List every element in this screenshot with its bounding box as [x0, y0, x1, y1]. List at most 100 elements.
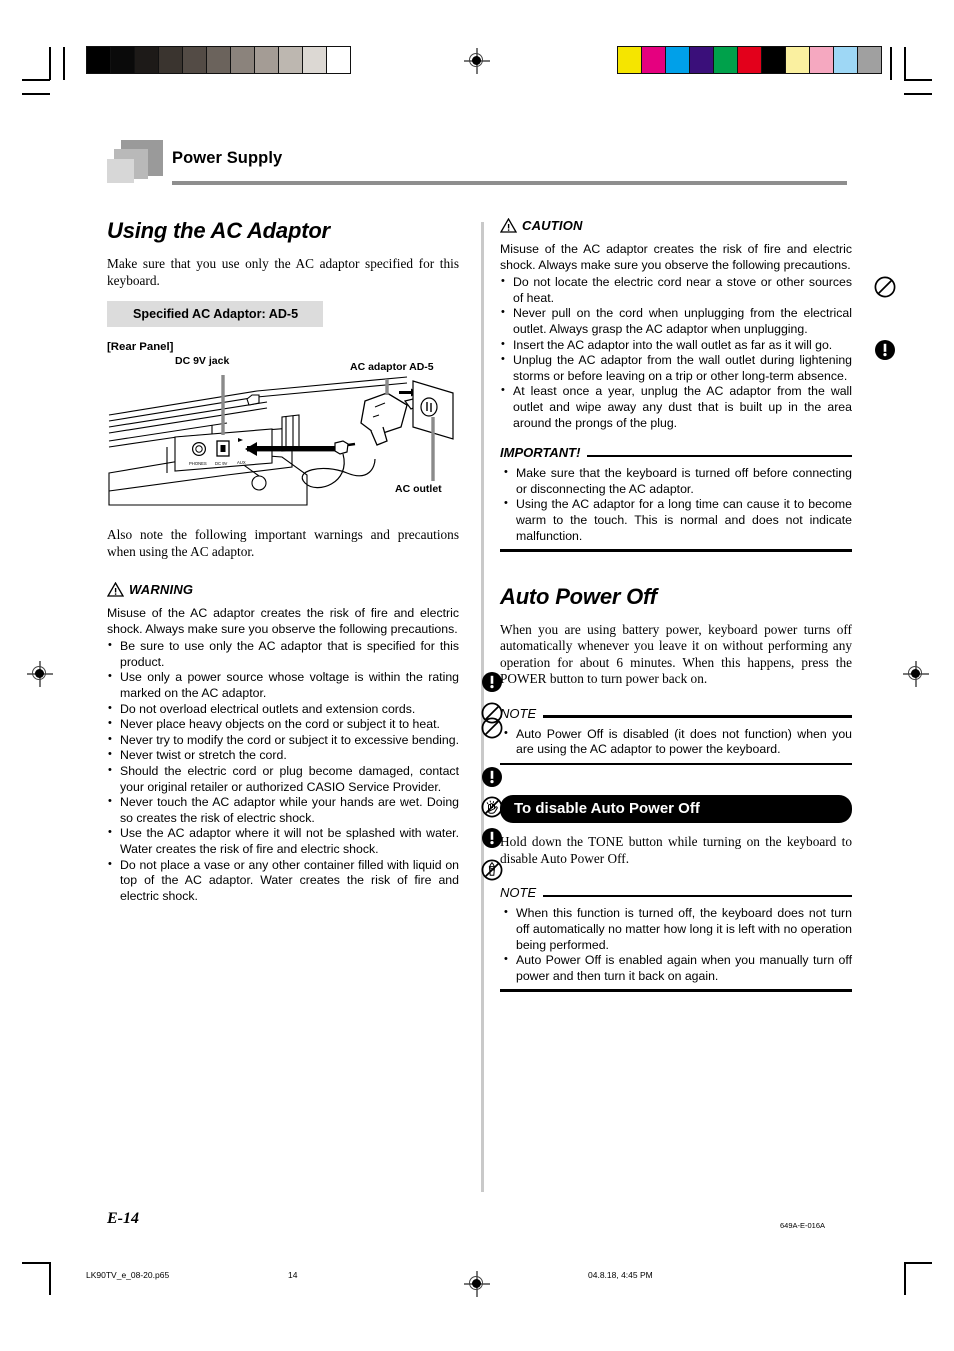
- intro-paragraph: Make sure that you use only the AC adapt…: [107, 256, 459, 288]
- color-control-bar: [617, 46, 882, 74]
- registration-mark-bottom: [464, 1271, 490, 1297]
- registration-mark-right: [903, 661, 929, 687]
- list-item-text: Do not locate the electric cord near a s…: [513, 275, 852, 305]
- section-heading-using-ac-adaptor: Using the AC Adaptor: [107, 218, 330, 243]
- list-item-text: Unplug the AC adaptor from the wall outl…: [513, 353, 852, 383]
- warning-triangle-icon: [500, 218, 517, 233]
- important-list: Make sure that the keyboard is turned of…: [500, 465, 852, 544]
- disable-note-list: When this function is turned off, the ke…: [500, 905, 852, 984]
- footer-file-name: LK90TV_e_08-20.p65: [86, 1270, 170, 1280]
- crop-mark-bottom-right-v: [904, 1262, 906, 1295]
- document-code: 649A-E-016A: [780, 1221, 826, 1230]
- diagram-label-ac-outlet: AC outlet: [395, 483, 442, 495]
- list-item: Use the AC adaptor where it will not be …: [107, 825, 502, 857]
- important-label: IMPORTANT!: [500, 445, 581, 461]
- list-item-text: Use the AC adaptor where it will not be …: [120, 826, 459, 856]
- warning-label: WARNING: [129, 582, 194, 597]
- also-note-paragraph: Also note the following important warnin…: [107, 527, 459, 559]
- list-item: Make sure that the keyboard is turned of…: [500, 465, 852, 497]
- list-item-text: Should the electric cord or plug become …: [120, 763, 459, 794]
- left-column-lower: Also note the following important warnin…: [107, 527, 503, 904]
- list-item: Never place heavy objects on the cord or…: [107, 716, 503, 739]
- list-item-text: Never place heavy objects on the cord or…: [120, 717, 440, 732]
- crop-mark-bottom-right-h: [904, 1262, 932, 1264]
- list-item-text: At least once a year, unplug the AC adap…: [513, 384, 852, 430]
- list-item: Be sure to use only the AC adaptor that …: [107, 638, 459, 670]
- list-item-text: Do not place a vase or any other contain…: [120, 857, 459, 903]
- note-bottom-rule: [500, 762, 852, 766]
- list-item: Never twist or stretch the cord.: [107, 747, 459, 764]
- specified-adaptor-box: Specified AC Adaptor: AD-5: [107, 301, 323, 327]
- list-item-text: Never touch the AC adaptor while your ha…: [120, 795, 459, 825]
- auto-power-off-note-box: NOTE Auto Power Off is disabled (it does…: [500, 706, 852, 766]
- list-item-text: Never try to modify the cord or subject …: [120, 732, 460, 747]
- list-item: Never try to modify the cord or subject …: [107, 732, 460, 749]
- caution-heading: CAUTION: [500, 218, 852, 233]
- crop-mark-top-right-h2: [904, 93, 932, 95]
- disable-body: Hold down the TONE button while turning …: [500, 834, 852, 866]
- caution-body: Misuse of the AC adaptor creates the ris…: [500, 242, 852, 272]
- crop-mark-top-left-h2: [22, 93, 50, 95]
- disable-note-box: NOTE When this function is turned off, t…: [500, 885, 852, 993]
- important-bottom-rule: [500, 549, 852, 552]
- list-item: When this function is turned off, the ke…: [500, 905, 852, 953]
- page-number: E-14: [107, 1210, 139, 1227]
- diagram-label-adaptor: AC adaptor AD-5: [350, 361, 434, 373]
- crop-mark-top-right-h: [904, 79, 932, 81]
- list-item: Use only a power source whose voltage is…: [107, 669, 502, 701]
- footer-print-timestamp: 04.8.18, 4:45 PM: [588, 1270, 653, 1280]
- crop-mark-top-left-v2: [63, 47, 65, 80]
- right-column: CAUTION Misuse of the AC adaptor creates…: [500, 218, 896, 993]
- note-rule: [543, 894, 852, 898]
- note-heading-1: NOTE: [500, 706, 852, 721]
- left-column: Using the AC Adaptor Make sure that you …: [107, 218, 459, 357]
- caution-list: Do not locate the electric cord near a s…: [500, 274, 896, 431]
- crop-mark-bottom-left-h: [22, 1262, 50, 1264]
- page-title: Power Supply: [172, 149, 283, 167]
- list-item: Insert the AC adaptor into the wall outl…: [500, 337, 895, 360]
- auto-power-off-body: When you are using battery power, keyboa…: [500, 621, 852, 687]
- list-item-text: Be sure to use only the AC adaptor that …: [120, 639, 459, 669]
- svg-text:DC 9V: DC 9V: [215, 461, 228, 466]
- list-item: Unplug the AC adaptor from the wall outl…: [500, 352, 852, 384]
- grayscale-step-wedge: [86, 46, 351, 74]
- rear-panel-connection-diagram: PHONES DC 9V AUX DC 9V jack AC adaptor A…: [107, 355, 459, 515]
- rear-panel-label: [Rear Panel]: [107, 341, 174, 353]
- list-item: Do not overload electrical outlets and e…: [107, 701, 503, 724]
- exclamation-icon: [874, 339, 896, 361]
- important-box: IMPORTANT! Make sure that the keyboard i…: [500, 445, 852, 552]
- note-heading-2: NOTE: [500, 885, 852, 900]
- section-logo-icon: [107, 140, 163, 188]
- important-rule: [587, 454, 852, 458]
- warning-triangle-icon: [107, 582, 124, 597]
- crop-mark-top-left-v: [49, 47, 51, 80]
- note-label: NOTE: [500, 885, 537, 901]
- note-bottom-rule: [500, 989, 852, 993]
- list-item-text: Do not overload electrical outlets and e…: [120, 701, 416, 716]
- svg-text:PHONES: PHONES: [189, 461, 207, 466]
- prohibition-icon: [874, 276, 896, 298]
- header-rule: [172, 181, 847, 185]
- disable-auto-power-off-banner: To disable Auto Power Off: [500, 795, 852, 824]
- list-item: Auto Power Off is enabled again when you…: [500, 952, 852, 984]
- warning-list: Be sure to use only the AC adaptor that …: [107, 638, 503, 904]
- caution-label: CAUTION: [522, 218, 583, 233]
- section-heading-auto-power-off: Auto Power Off: [500, 583, 657, 609]
- registration-mark-top: [464, 48, 490, 74]
- registration-mark-left: [27, 661, 53, 687]
- list-item: Auto Power Off is disabled (it does not …: [500, 726, 852, 758]
- crop-mark-top-left-h: [22, 79, 50, 81]
- footer-sheet-number: 14: [288, 1270, 298, 1280]
- important-heading: IMPORTANT!: [500, 445, 852, 460]
- list-item: Do not locate the electric cord near a s…: [500, 274, 896, 306]
- page-header: Power Supply: [107, 140, 847, 192]
- diagram-label-dc-jack: DC 9V jack: [175, 355, 230, 367]
- note-label: NOTE: [500, 705, 537, 721]
- note-rule: [543, 715, 852, 718]
- svg-text:AUX: AUX: [237, 460, 246, 465]
- list-item-text: Insert the AC adaptor into the wall outl…: [513, 337, 833, 352]
- crop-mark-top-right-v: [904, 47, 906, 80]
- crop-mark-bottom-left-v: [49, 1262, 51, 1295]
- warning-heading: WARNING: [107, 582, 459, 597]
- list-item-text: Never pull on the cord when unplugging f…: [513, 306, 852, 336]
